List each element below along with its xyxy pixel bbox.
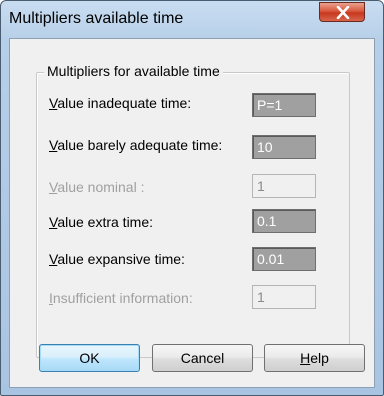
cancel-button[interactable]: Cancel bbox=[152, 344, 253, 372]
label-value-inadequate-time: Value inadequate time: bbox=[49, 95, 192, 111]
dialog-client-area: Multipliers for available time Value ina… bbox=[9, 38, 375, 388]
input-value-extra-time[interactable]: 0.1 bbox=[252, 209, 316, 233]
label-value-extra-time: Value extra time: bbox=[49, 214, 154, 230]
ok-button[interactable]: OK bbox=[39, 344, 140, 372]
input-insufficient-information: 1 bbox=[252, 285, 316, 309]
label-value-expansive-time: Value expansive time: bbox=[49, 251, 185, 267]
close-button[interactable] bbox=[319, 2, 365, 22]
label-insufficient-information: Insufficient information: bbox=[49, 290, 193, 306]
dialog-window: Multipliers available time Multipliers f… bbox=[0, 0, 384, 396]
close-icon bbox=[336, 6, 350, 19]
label-value-barely-adequate-time: Value barely adequate time: bbox=[49, 137, 223, 153]
label-value-nominal: Value nominal : bbox=[49, 179, 145, 195]
title-bar[interactable]: Multipliers available time bbox=[1, 1, 383, 37]
input-value-nominal: 1 bbox=[252, 174, 316, 198]
window-title: Multipliers available time bbox=[9, 10, 184, 27]
help-button[interactable]: Help bbox=[264, 344, 365, 372]
input-value-barely-adequate-time[interactable]: 10 bbox=[252, 135, 316, 159]
input-value-inadequate-time[interactable]: P=1 bbox=[252, 93, 316, 117]
input-value-expansive-time[interactable]: 0.01 bbox=[252, 247, 316, 271]
groupbox-title: Multipliers for available time bbox=[44, 63, 223, 79]
